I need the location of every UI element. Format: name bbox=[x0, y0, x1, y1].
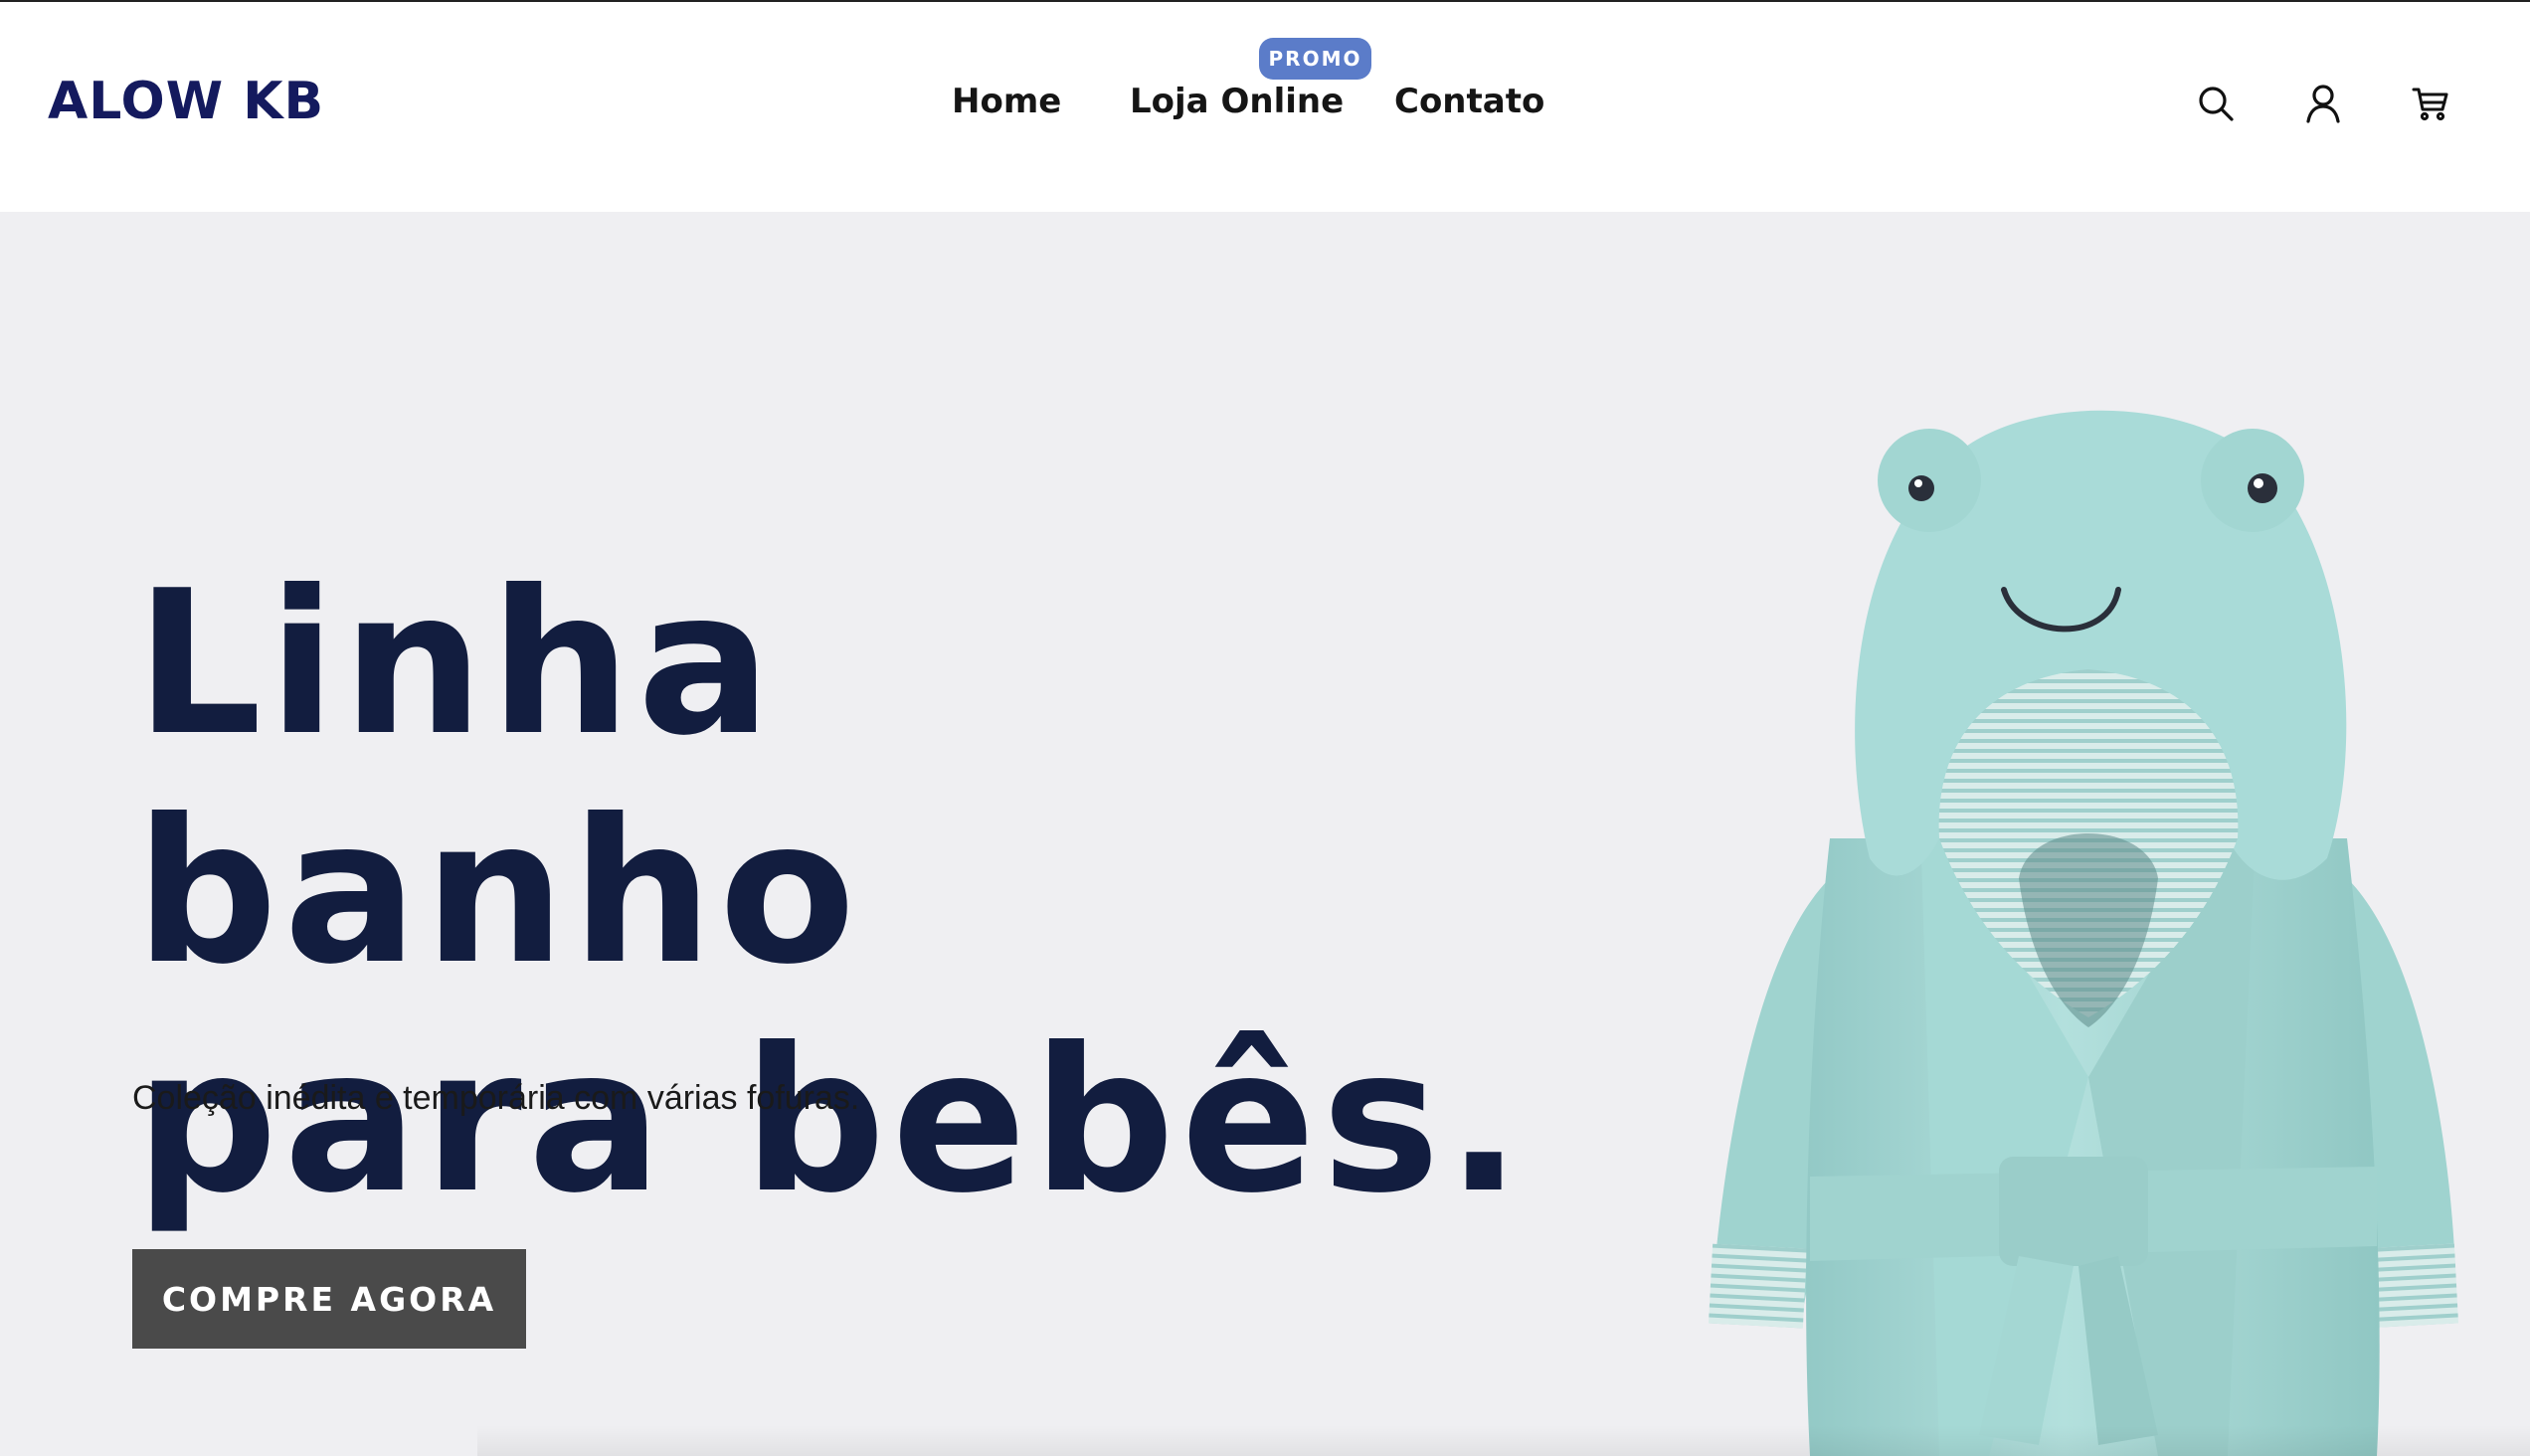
hero-bottom-shadow bbox=[477, 1425, 2530, 1456]
hero-title-line-2: para bebês. bbox=[135, 1005, 1528, 1237]
frog-bathrobe-image bbox=[1691, 321, 2486, 1456]
main-nav: Home Loja Online PROMO Contato bbox=[0, 2, 2530, 212]
site-header: ALOW KB Home Loja Online PROMO Contato bbox=[0, 2, 2530, 212]
hero-title-line-1: Linha banho bbox=[135, 548, 862, 1008]
nav-item-loja-online[interactable]: Loja Online bbox=[1130, 82, 1344, 121]
nav-item-contato[interactable]: Contato bbox=[1394, 82, 1544, 121]
hero-subtitle: Coleção inédita e temporária com várias … bbox=[132, 1079, 860, 1117]
shop-now-button[interactable]: COMPRE AGORA bbox=[132, 1249, 526, 1349]
account-icon[interactable] bbox=[2303, 84, 2343, 123]
hero-title: Linha banho para bebês. bbox=[135, 550, 1528, 1236]
cart-icon[interactable] bbox=[2411, 84, 2450, 123]
promo-badge: PROMO bbox=[1259, 38, 1371, 80]
search-icon[interactable] bbox=[2196, 84, 2236, 123]
hero-banner: Linha banho para bebês. Coleção inédita … bbox=[0, 212, 2530, 1456]
nav-item-home[interactable]: Home bbox=[952, 82, 1061, 121]
